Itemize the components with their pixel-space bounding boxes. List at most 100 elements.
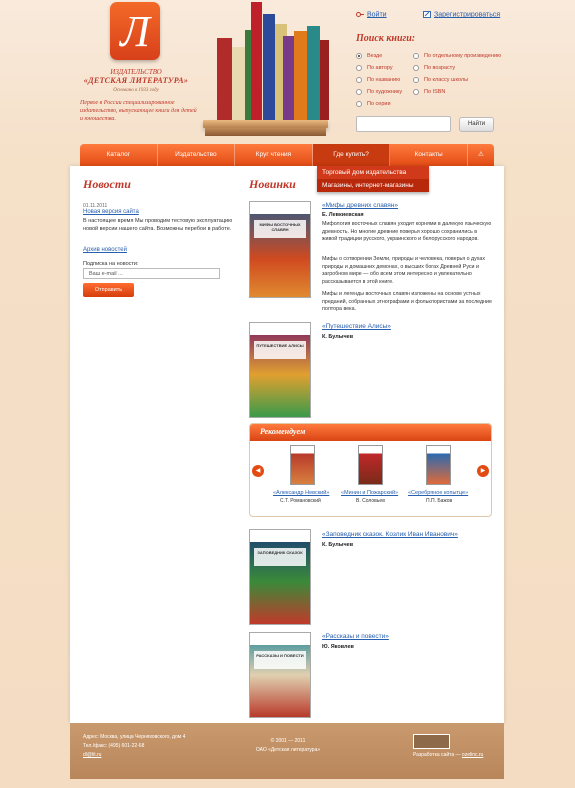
developer-logo-icon[interactable] <box>413 734 450 749</box>
register-label[interactable]: Зарегистрироваться <box>434 11 500 18</box>
nav-item-contacts[interactable]: Контакты <box>390 144 468 166</box>
book-title-link[interactable]: «Мифы древних славян» <box>322 202 398 209</box>
recommend-cover[interactable] <box>426 445 451 485</box>
cover-publisher-band <box>250 633 310 645</box>
cover-publisher-band <box>250 202 310 214</box>
search-option-radio[interactable]: По возрасту <box>413 65 455 71</box>
radio-dot-icon[interactable] <box>413 77 419 83</box>
nav-item-where-to-buy[interactable]: Где купить? <box>312 144 391 166</box>
book-cover[interactable]: ЗАПОВЕДНИК СКАЗОК <box>249 529 311 625</box>
search-option-radio[interactable]: По классу школы <box>413 77 468 83</box>
footer-copyright-owner: ОАО «Детская литература» <box>255 747 321 753</box>
book-cover[interactable]: ПУТЕШЕСТВИЕ АЛИСЫ <box>249 322 311 418</box>
login-link[interactable]: Войти <box>356 11 387 18</box>
pencil-icon <box>423 11 431 18</box>
recommend-title-link[interactable]: «Минин и Пожарский» <box>341 490 398 496</box>
news-archive-link[interactable]: Архив новостей <box>83 247 127 253</box>
book-description: Мифы о сотворении Земли, природы и челов… <box>322 256 485 285</box>
book-title-link[interactable]: «Рассказы и повести» <box>322 633 389 640</box>
cover-title: МИФЫ ВОСТОЧНЫХ СЛАВЯН <box>254 220 306 238</box>
recommend-title-link[interactable]: «Серебряное копытце» <box>408 490 468 496</box>
search-option-radio[interactable]: По серии <box>356 101 391 107</box>
nav-item-reading[interactable]: Круг чтения <box>235 144 313 166</box>
cover-publisher-band <box>250 323 310 335</box>
search-option-radio[interactable]: По отдельному произведению <box>413 53 501 59</box>
shelf <box>203 120 328 128</box>
footer-developer: Разработка сайта — ozelinc.ru <box>413 751 483 760</box>
search-option-label: Везде <box>367 53 383 59</box>
recommend-author: В. Соловьев <box>356 498 385 504</box>
new-books-title: Новинки <box>249 177 296 191</box>
cover-title: РАССКАЗЫ И ПОВЕСТИ <box>254 651 306 669</box>
nav-item-publisher[interactable]: Издательство <box>158 144 236 166</box>
book-author: К. Булычев <box>322 542 354 548</box>
search-input[interactable] <box>356 116 451 132</box>
radio-dot-icon[interactable] <box>413 53 419 59</box>
radio-dot-icon[interactable] <box>356 65 362 71</box>
arrow-left-icon[interactable]: ◀ <box>252 465 264 477</box>
book-spine <box>283 36 294 120</box>
book-author: К. Булычев <box>322 334 354 340</box>
search-option-radio[interactable]: По ISBN <box>413 89 445 95</box>
brand-block: ИЗДАТЕЛЬСТВО «ДЕТСКАЯ ЛИТЕРАТУРА» Основа… <box>72 68 200 93</box>
search-option-label: По автору <box>367 65 393 71</box>
cover-title: ЗАПОВЕДНИК СКАЗОК <box>254 548 306 566</box>
book-cover[interactable]: МИФЫ ВОСТОЧНЫХ СЛАВЯН <box>249 201 311 298</box>
radio-dot-icon[interactable] <box>356 77 362 83</box>
search-option-label: По возрасту <box>424 65 456 71</box>
search-option-label: По художнику <box>367 89 403 95</box>
radio-dot-icon[interactable] <box>356 101 362 107</box>
search-button[interactable]: Найти <box>459 117 494 132</box>
radio-dot-icon[interactable] <box>356 53 362 59</box>
search-option-label: По названию <box>367 77 401 83</box>
book-description: Мифология восточных славян уходит корням… <box>322 221 492 243</box>
book-spine <box>263 14 275 120</box>
send-button[interactable]: Отправить <box>83 283 134 297</box>
book-cover[interactable]: РАССКАЗЫ И ПОВЕСТИ <box>249 632 311 718</box>
radio-dot-icon[interactable] <box>413 89 419 95</box>
logo[interactable]: Л <box>110 2 160 60</box>
recommend-title-link[interactable]: «Александр Невский» <box>273 490 329 496</box>
shelf-front <box>205 128 326 136</box>
book-title-link[interactable]: «Заповедник сказок. Козлик Иван Иванович… <box>322 531 458 538</box>
brand-founded: Основано в 1933 году <box>113 88 159 93</box>
search-option-label: По ISBN <box>424 89 446 95</box>
radio-dot-icon[interactable] <box>413 65 419 71</box>
footer-dev-label: Разработка сайта — <box>413 752 461 758</box>
book-title-link[interactable]: «Путешествие Алисы» <box>322 323 391 330</box>
footer-email-link[interactable]: dl@lit.ru <box>83 752 101 758</box>
search-option-label: По отдельному произведению <box>424 53 502 59</box>
brand-line1: ИЗДАТЕЛЬСТВО <box>110 68 162 76</box>
news-text: В настоящее время Мы проводим тестовую э… <box>83 218 233 232</box>
footer-dev-link[interactable]: ozelinc.ru <box>462 752 483 758</box>
dropdown-item-trade-house[interactable]: Торговый дом издательства <box>317 166 429 179</box>
book-spine <box>294 31 307 120</box>
book-spine <box>232 47 245 120</box>
nav-item-catalog[interactable]: Каталог <box>80 144 158 166</box>
dropdown-item-shops[interactable]: Магазины, интернет-магазины <box>317 179 429 192</box>
register-link[interactable]: Зарегистрироваться <box>423 11 500 18</box>
news-headline-link[interactable]: Новая версия сайта <box>83 209 139 215</box>
search-option-label: По серии <box>367 101 391 107</box>
search-option-radio[interactable]: По автору <box>356 65 393 71</box>
login-label[interactable]: Войти <box>367 11 387 18</box>
search-option-radio[interactable]: По названию <box>356 77 400 83</box>
nav-item-extra[interactable]: ⚠ <box>468 144 494 166</box>
radio-dot-icon[interactable] <box>356 89 362 95</box>
recommend-cover[interactable] <box>290 445 315 485</box>
search-title: Поиск книги: <box>356 33 416 44</box>
subscribe-label: Подписка на новости: <box>83 261 139 267</box>
footer-address-block: Адрес: Москва, улица Черняховского, дом … <box>83 733 185 760</box>
book-description: Мифы и легенды восточных славян изложены… <box>322 291 492 313</box>
search-option-radio[interactable]: Везде <box>356 53 382 59</box>
cover-title: ПУТЕШЕСТВИЕ АЛИСЫ <box>254 341 306 359</box>
search-option-radio[interactable]: По художнику <box>356 89 402 95</box>
book-author: Ю. Яковлев <box>322 644 354 650</box>
footer-address: Адрес: Москва, улица Черняховского, дом … <box>83 734 186 740</box>
recommend-author: П.П. Бажов <box>426 498 453 504</box>
email-field[interactable]: Ваш e-mail ... <box>83 268 220 279</box>
recommend-cover[interactable] <box>358 445 383 485</box>
arrow-right-icon[interactable]: ▶ <box>477 465 489 477</box>
recommend-author: С.Т. Романовский <box>280 498 321 504</box>
cover-publisher-band <box>250 530 310 542</box>
